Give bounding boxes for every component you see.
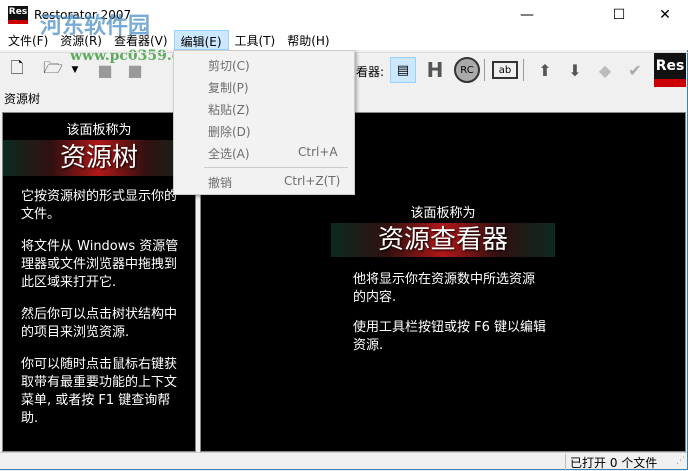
app-icon: Res (8, 6, 28, 24)
new-file-icon[interactable]: 🗋 (4, 57, 30, 83)
menu-item-label: 撤销 (208, 176, 233, 190)
menu-item-shortcut: Ctrl+A (298, 145, 338, 159)
menu-viewer[interactable]: 查看器(V) (108, 30, 174, 50)
tree-paragraph: 它按资源树的形式显示你的文件。 (21, 189, 178, 222)
text-edit-icon[interactable]: ab (492, 61, 518, 79)
minimize-button[interactable]: — (504, 0, 550, 30)
menu-item-shortcut: Ctrl+Z(T) (284, 174, 341, 188)
check-icon[interactable]: ✔ (622, 57, 648, 83)
menu-item-paste[interactable]: 粘贴(Z) (208, 101, 250, 118)
menu-bar: 文件(F) 资源(R) 查看器(V) 编辑(E) 工具(T) 帮助(H) (0, 30, 688, 50)
viewer-label: 看器: (356, 65, 385, 79)
viewer-banner: 资源查看器 (331, 223, 555, 257)
menu-item-label: 剪切(C) (208, 59, 250, 73)
window-title: Restorator 2007 (34, 8, 132, 22)
save-all-icon[interactable]: ■ (122, 57, 148, 83)
viewer-intro: 该面板称为 (410, 206, 476, 221)
resource-tree-panel[interactable]: 该面板称为 资源树 它按资源树的形式显示你的文件。 将文件从 Windows 资… (2, 112, 196, 452)
open-folder-icon[interactable]: 🗁 (40, 57, 66, 83)
viewer-paragraph: 使用工具栏按钮或按 F6 键以编辑资源. (353, 320, 547, 353)
menu-item-cut[interactable]: 剪切(C) (208, 57, 250, 74)
diamond-icon[interactable]: ◆ (592, 57, 618, 83)
menu-item-label: 粘贴(Z) (208, 103, 250, 117)
viewer-view-icon[interactable]: ▤ (390, 57, 416, 83)
menu-item-delete[interactable]: 删除(D) (208, 123, 251, 140)
arrow-up-icon[interactable]: ⬆ (532, 57, 558, 83)
menu-item-label: 删除(D) (208, 125, 251, 139)
menu-help[interactable]: 帮助(H) (281, 30, 335, 50)
tree-panel-header: 资源树 (4, 92, 41, 106)
toolbar-separator (523, 59, 524, 81)
toolbar-separator (484, 59, 485, 81)
tree-paragraph: 你可以随时点击鼠标右键获取带有最重要功能的上下文菜单, 或者按 F1 键查询帮助… (21, 357, 178, 426)
resource-viewer-panel[interactable]: 该面板称为 资源查看器 他将显示你在资源数中所选资源的内容. 使用工具栏按钮或按… (200, 196, 686, 452)
status-text: 已打开 0 个文件 (565, 454, 657, 471)
close-button[interactable]: ✕ (642, 0, 688, 30)
menu-separator (204, 167, 348, 168)
open-dropdown-icon[interactable]: ▼ (68, 57, 82, 83)
status-bar: 已打开 0 个文件 ⋰ (0, 452, 687, 471)
title-bar: Res Restorator 2007 — ☐ ✕ (0, 0, 688, 30)
edit-menu-dropdown: 剪切(C) 复制(P) 粘贴(Z) 删除(D) 全选(A) Ctrl+A 撤销 Ct… (173, 50, 355, 195)
tree-intro: 该面板称为 (66, 123, 132, 138)
resize-grip-icon[interactable]: ⋰ (676, 456, 685, 466)
viewer-paragraph: 他将显示你在资源数中所选资源的内容. (353, 272, 536, 305)
menu-item-select-all[interactable]: 全选(A) Ctrl+A (208, 145, 338, 162)
hex-view-icon[interactable]: H (422, 57, 448, 83)
tree-paragraph: 然后你可以点击树状结构中的项目来浏览资源. (21, 307, 178, 340)
menu-item-copy[interactable]: 复制(P) (208, 79, 249, 96)
maximize-button[interactable]: ☐ (596, 0, 642, 30)
tree-paragraph: 将文件从 Windows 资源管理器或文件浏览器中拖拽到此区域来打开它. (21, 239, 179, 290)
resource-code-icon[interactable]: RC (454, 57, 480, 83)
menu-item-undo[interactable]: 撤销 Ctrl+Z(T) (208, 174, 341, 191)
arrow-down-icon[interactable]: ⬇ (562, 57, 588, 83)
menu-resource[interactable]: 资源(R) (54, 30, 108, 50)
menu-edit[interactable]: 编辑(E) (173, 30, 229, 50)
save-icon[interactable]: ■ (92, 57, 118, 83)
res-logo: Res (654, 53, 686, 87)
menu-file[interactable]: 文件(F) (2, 30, 54, 50)
menu-tools[interactable]: 工具(T) (229, 30, 282, 50)
tree-banner: 资源树 (3, 140, 195, 176)
menu-item-label: 全选(A) (208, 147, 250, 161)
menu-item-label: 复制(P) (208, 81, 249, 95)
